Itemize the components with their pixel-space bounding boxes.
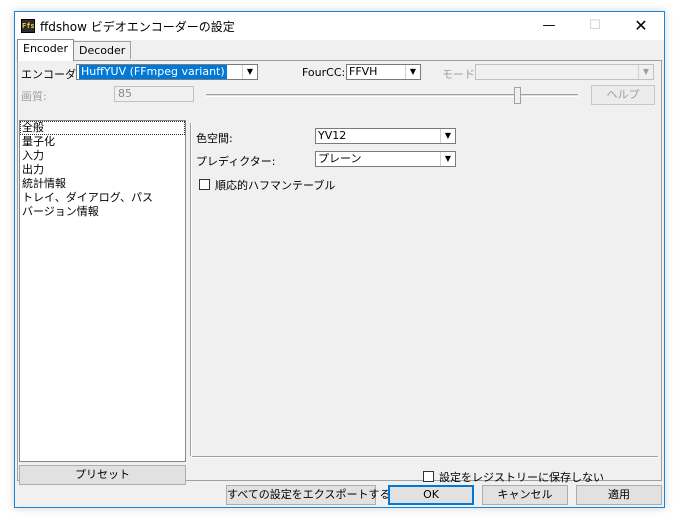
encoder-select-value: HuffYUV (FFmpeg variant) [79, 65, 227, 79]
list-item-quantization[interactable]: 量子化 [20, 135, 185, 149]
tab-decoder[interactable]: Decoder [73, 41, 132, 59]
quality-slider-track [206, 94, 578, 97]
adaptive-huffman-label: 順応的ハフマンテーブル [215, 179, 336, 192]
apply-button[interactable]: 適用 [576, 485, 662, 505]
quality-label: 画質: [21, 90, 47, 103]
colorspace-select[interactable]: YV12 ▼ [315, 128, 456, 144]
list-item-input[interactable]: 入力 [20, 149, 185, 163]
list-item-version-info[interactable]: バージョン情報 [20, 205, 185, 219]
colorspace-label: 色空間: [196, 132, 233, 145]
chevron-down-icon: ▼ [638, 65, 653, 79]
chevron-down-icon: ▼ [440, 129, 455, 143]
no-registry-label: 設定をレジストリーに保存しない [439, 471, 604, 484]
ok-button[interactable]: OK [388, 485, 474, 505]
list-item-statistics[interactable]: 統計情報 [20, 177, 185, 191]
fourcc-label: FourCC: [302, 66, 346, 79]
settings-page-list[interactable]: 全般 量子化 入力 出力 統計情報 トレイ、ダイアログ、パス バージョン情報 [19, 120, 186, 462]
close-button[interactable]: ✕ [618, 12, 664, 40]
fourcc-select[interactable]: FFVH ▼ [346, 64, 421, 80]
settings-window: Ffs ffdshow ビデオエンコーダーの設定 — ☐ ✕ Encoder D… [14, 11, 665, 508]
title-bar: Ffs ffdshow ビデオエンコーダーの設定 — ☐ ✕ [15, 12, 664, 40]
predictor-select-value: プレーン [318, 152, 362, 165]
list-item-output[interactable]: 出力 [20, 163, 185, 177]
cancel-button[interactable]: キャンセル [482, 485, 568, 505]
predictor-label: プレディクター: [196, 155, 276, 168]
fourcc-select-value: FFVH [349, 65, 378, 78]
no-registry-checkbox[interactable] [423, 471, 434, 482]
mode-select: ▼ [475, 64, 654, 80]
maximize-button: ☐ [589, 18, 601, 33]
encoder-select[interactable]: HuffYUV (FFmpeg variant) ▼ [76, 64, 258, 80]
chevron-down-icon: ▼ [405, 65, 420, 79]
window-title: ffdshow ビデオエンコーダーの設定 [40, 20, 235, 34]
list-item-general[interactable]: 全般 [20, 121, 185, 135]
mode-label: モード: [442, 68, 479, 81]
minimize-button[interactable]: — [526, 12, 572, 40]
horizontal-divider [192, 456, 658, 458]
encoder-label: エンコーダ [21, 68, 76, 81]
chevron-down-icon: ▼ [440, 152, 455, 166]
list-item-tray-dialog-paths[interactable]: トレイ、ダイアログ、パス [20, 191, 185, 205]
help-button: ヘルプ [591, 85, 655, 105]
adaptive-huffman-checkbox[interactable] [199, 179, 210, 190]
quality-slider-thumb [514, 87, 521, 104]
ffdshow-app-icon: Ffs [21, 19, 35, 33]
export-all-settings-button[interactable]: すべての設定をエクスポートする [226, 485, 390, 505]
tab-encoder[interactable]: Encoder [17, 39, 74, 61]
preset-button[interactable]: プリセット [19, 465, 186, 485]
vertical-divider [190, 123, 192, 456]
colorspace-select-value: YV12 [318, 129, 347, 142]
chevron-down-icon: ▼ [242, 65, 257, 79]
quality-input: 85 [114, 86, 194, 102]
predictor-select[interactable]: プレーン ▼ [315, 151, 456, 167]
encoder-tab-panel: エンコーダ HuffYUV (FFmpeg variant) ▼ FourCC:… [17, 60, 662, 485]
